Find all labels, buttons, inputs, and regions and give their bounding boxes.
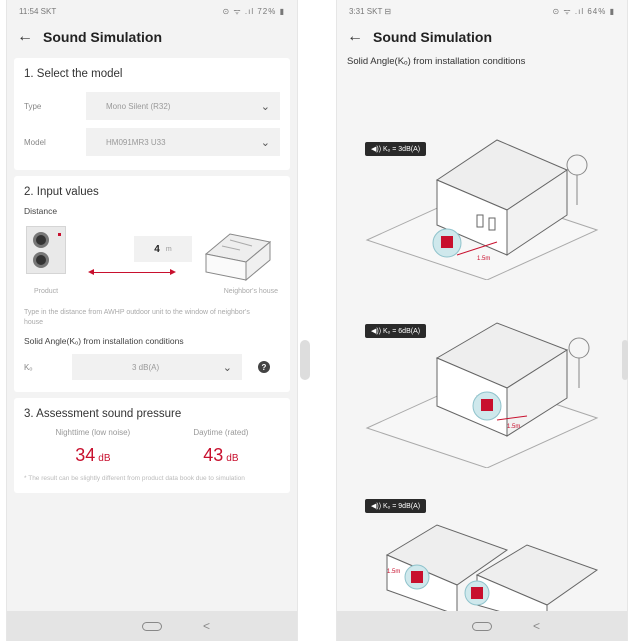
distance-label: Distance [24, 206, 58, 216]
app-bar: ← Sound Simulation [337, 22, 627, 52]
solid-angle-select[interactable]: 3 dB(A) ⌄ [72, 354, 242, 380]
house-illustration-icon: 1.5m [365, 322, 599, 468]
model-value: HM091MR3 U33 [106, 137, 166, 147]
k-value: 3 dB(A) [132, 362, 160, 372]
type-label: Type [24, 101, 42, 111]
daytime-unit: dB [226, 453, 239, 464]
phone-screen-right: 3:31 SKT ⊟ ⊙ ᯤ .ıl 64% ▮ ← Sound Simulat… [336, 0, 628, 641]
scene-9db: ◀)) Kₒ = 9dB(A) 1.5m [347, 495, 617, 615]
distance-illustration: 4 m Product Neighbor's house [24, 222, 280, 308]
distance-value: 4 [154, 243, 160, 255]
house-illustration-icon: 1.5m [385, 524, 599, 615]
help-icon[interactable]: ? [258, 361, 270, 373]
type-select[interactable]: Mono Silent (R32) ⌄ [86, 92, 280, 120]
status-time: 11:54 SKT [19, 6, 57, 16]
model-label: Model [24, 137, 46, 147]
input-card: 2. Input values Distance 4 m Product Nei… [14, 176, 290, 392]
k-label: Kₒ [24, 362, 33, 372]
edge-panel-handle[interactable] [622, 340, 628, 380]
outdoor-unit-icon [26, 226, 66, 274]
page-title: Sound Simulation [43, 29, 162, 45]
back-arrow-icon[interactable]: ← [347, 29, 363, 45]
distance-unit: m [165, 245, 172, 253]
neighbor-house-icon [204, 233, 272, 282]
daytime-label: Daytime (rated) [193, 428, 249, 437]
distance-label: 1.5m [507, 424, 520, 430]
nighttime-result: Nighttime (low noise) 34 dB [56, 428, 131, 466]
home-pill-icon[interactable] [472, 621, 492, 631]
solid-angle-row: Kₒ 3 dB(A) ⌄ ? [24, 352, 280, 382]
status-icons: ⊙ ᯤ .ıl 72% ▮ [222, 6, 285, 16]
nighttime-label: Nighttime (low noise) [55, 428, 131, 437]
nav-bar: < [337, 611, 627, 641]
status-bar: 3:31 SKT ⊟ ⊙ ᯤ .ıl 64% ▮ [337, 0, 627, 22]
nighttime-unit: dB [98, 453, 111, 464]
assessment-title: 3. Assessment sound pressure [24, 408, 182, 420]
house-illustration-icon: 1.5m [365, 139, 599, 280]
daytime-value: 43 [203, 445, 224, 465]
assessment-note: * The result can be slightly different f… [24, 475, 245, 482]
nav-bar: < [7, 611, 297, 641]
assessment-results: Nighttime (low noise) 34 dB Daytime (rate… [24, 428, 280, 466]
assessment-card: 3. Assessment sound pressure Nighttime (… [14, 398, 290, 493]
solid-angle-title: Solid Angle(Kₒ) from installation condit… [24, 336, 184, 346]
model-row: Model HM091MR3 U33 ⌄ [24, 124, 280, 160]
status-bar: 11:54 SKT ⊙ ᯤ .ıl 72% ▮ [7, 0, 297, 22]
scene-6db: ◀)) Kₒ = 6dB(A) 1.5m [347, 318, 617, 478]
daytime-result: Daytime (rated) 43 dB [193, 428, 248, 466]
distance-label: 1.5m [387, 569, 400, 575]
home-pill-icon[interactable] [142, 621, 162, 631]
status-icons: ⊙ ᯤ .ıl 64% ▮ [552, 6, 615, 16]
app-bar: ← Sound Simulation [7, 22, 297, 52]
back-arrow-icon[interactable]: ← [17, 29, 33, 45]
phone-screen-left: 11:54 SKT ⊙ ᯤ .ıl 72% ▮ ← Sound Simulati… [6, 0, 298, 641]
scene-3db: ◀)) Kₒ = 3dB(A) 1.5m [347, 130, 617, 300]
type-value: Mono Silent (R32) [106, 101, 171, 111]
chevron-down-icon: ⌄ [222, 361, 232, 374]
input-card-title: 2. Input values [24, 186, 99, 198]
model-card: 1. Select the model Type Mono Silent (R3… [14, 58, 290, 170]
edge-panel-handle[interactable] [300, 340, 310, 380]
model-card-title: 1. Select the model [24, 68, 123, 80]
distance-arrow-icon [88, 268, 176, 275]
nav-back-icon[interactable]: < [533, 619, 540, 633]
distance-input[interactable]: 4 m [134, 236, 192, 262]
nav-back-icon[interactable]: < [203, 619, 210, 633]
chevron-down-icon: ⌄ [260, 136, 270, 149]
distance-help-text: Type in the distance from AWHP outdoor u… [24, 309, 250, 326]
status-time: 3:31 SKT ⊟ [349, 6, 392, 16]
nighttime-value: 34 [75, 445, 96, 465]
chevron-down-icon: ⌄ [260, 100, 270, 113]
distance-label: 1.5m [477, 256, 490, 262]
neighbor-caption: Neighbor's house [223, 288, 278, 295]
type-row: Type Mono Silent (R32) ⌄ [24, 88, 280, 124]
solid-angle-heading: Solid Angle(Kₒ) from installation condit… [347, 56, 526, 67]
product-caption: Product [34, 288, 59, 295]
page-title: Sound Simulation [373, 29, 492, 45]
model-select[interactable]: HM091MR3 U33 ⌄ [86, 128, 280, 156]
